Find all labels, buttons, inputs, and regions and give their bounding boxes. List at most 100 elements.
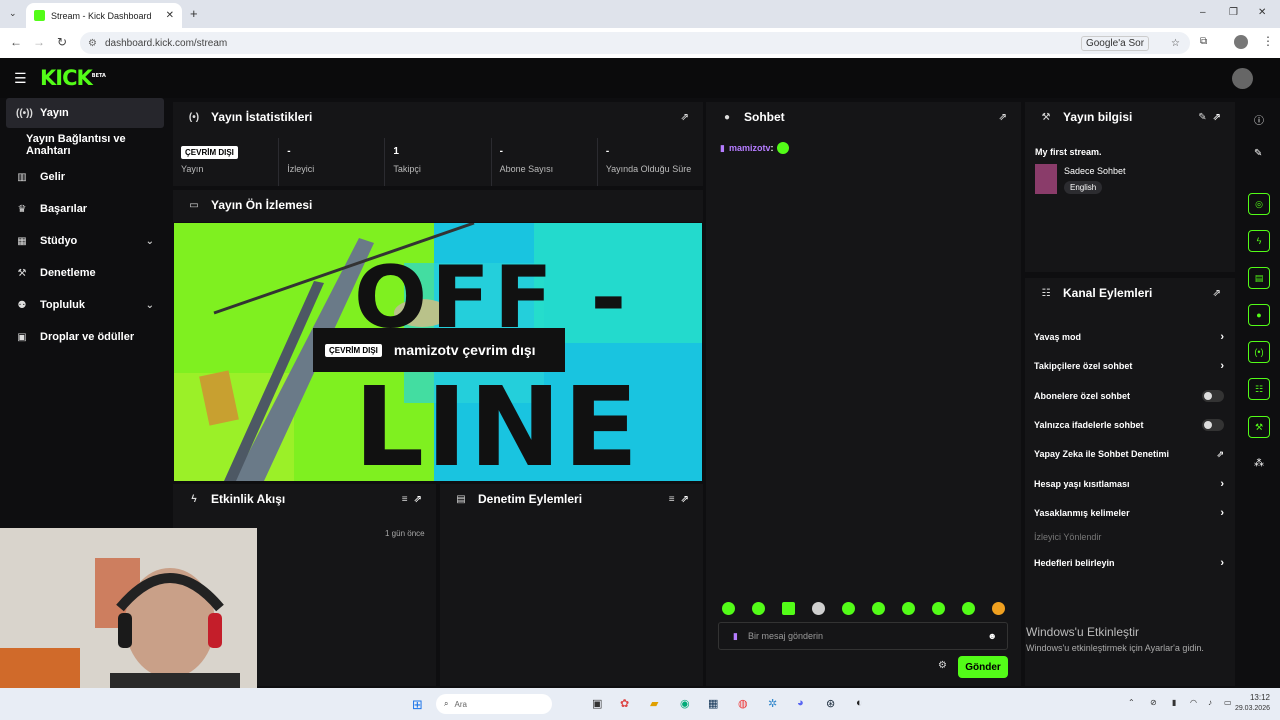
close-icon[interactable]: ✕ <box>166 10 174 21</box>
emote-icon[interactable] <box>962 602 975 615</box>
file-explorer-icon[interactable]: ▰ <box>650 697 658 710</box>
emote-icon[interactable] <box>932 602 945 615</box>
wifi-icon[interactable]: ◠ <box>1190 698 1197 707</box>
maximize-icon[interactable]: ❐ <box>1229 7 1238 18</box>
kick-logo[interactable]: KICKBETA <box>40 66 106 90</box>
emote-icon[interactable] <box>872 602 885 615</box>
browser-tab[interactable]: Stream - Kick Dashboard ✕ <box>26 3 182 28</box>
emote-icon[interactable] <box>782 602 795 615</box>
forward-icon[interactable]: → <box>33 35 45 49</box>
stack-icon: ☷ <box>1254 383 1264 394</box>
rail-button-chat[interactable]: ● <box>1248 304 1270 326</box>
steam-icon[interactable]: ⊛ <box>826 697 835 710</box>
back-icon[interactable]: ← <box>10 35 22 49</box>
chat-username[interactable]: mamizotv <box>729 143 771 153</box>
sidebar-item-studyo[interactable]: ▦ Stüdyo ⌄ <box>6 226 164 256</box>
store-icon[interactable]: ▦ <box>708 697 718 710</box>
action-slow-mode[interactable]: Yavaş mod › <box>1034 327 1224 347</box>
sidebar-item-stream-key[interactable]: Yayın Bağlantısı ve Anahtarı <box>6 130 164 160</box>
edit-icon[interactable]: ✎ <box>1198 112 1206 123</box>
copilot-icon[interactable]: ✿ <box>620 697 629 710</box>
action-ai-moderation[interactable]: Yapay Zeka ile Sohbet Denetimi ⇗ <box>1034 444 1224 464</box>
extensions-icon[interactable]: ⧉ <box>1200 36 1207 47</box>
info-icon[interactable]: ⓘ <box>1254 112 1264 127</box>
panel-header: (•) Yayın İstatistikleri ⇗ <box>173 102 703 132</box>
popout-icon[interactable]: ⇗ <box>681 494 689 505</box>
rail-button-stack[interactable]: ☷ <box>1248 378 1270 400</box>
sidebar-item-yayin[interactable]: ((•)) Yayın <box>6 98 164 128</box>
emote-icon[interactable] <box>752 602 765 615</box>
emote-icon[interactable] <box>902 602 915 615</box>
rail-button-bolt[interactable]: ϟ <box>1248 230 1270 252</box>
rail-button-clipboard[interactable]: ▤ <box>1248 267 1270 289</box>
popout-icon[interactable]: ⇗ <box>681 112 689 123</box>
gift-icon: ▣ <box>17 331 27 343</box>
reload-icon[interactable]: ↻ <box>57 35 67 49</box>
sidebar-item-basarilar[interactable]: ♛ Başarılar <box>6 194 164 224</box>
hamburger-menu-icon[interactable]: ☰ <box>14 70 27 87</box>
emote-icon[interactable] <box>842 602 855 615</box>
google-ask-button[interactable]: Google'a Sor <box>1080 35 1150 51</box>
chrome-icon[interactable]: ◍ <box>738 697 748 710</box>
chat-settings-icon[interactable]: ⚙ <box>938 660 947 671</box>
sidebar-item-droplar[interactable]: ▣ Droplar ve ödüller <box>6 322 164 352</box>
rail-button-wrench[interactable]: ⚒ <box>1248 416 1270 438</box>
taskbar-search[interactable]: ⌕ Ara <box>436 694 552 714</box>
volume-icon[interactable]: ♪ <box>1208 698 1212 707</box>
sidebar-item-topluluk[interactable]: ⚉ Topluluk ⌄ <box>6 290 164 320</box>
apps-icon[interactable]: ⁂ <box>1254 458 1264 469</box>
filter-icon[interactable]: ≡ <box>402 494 408 505</box>
action-set-goals[interactable]: Hedefleri belirleyin › <box>1034 553 1224 573</box>
menu-dots-icon[interactable]: ⋮ <box>1262 34 1274 48</box>
rail-button-camera[interactable]: ◎ <box>1248 193 1270 215</box>
chevron-down-icon: ⌄ <box>145 235 154 247</box>
windows-start-icon[interactable]: ⊞ <box>412 697 423 713</box>
sidebar-item-denetleme[interactable]: ⚒ Denetleme <box>6 258 164 288</box>
subscribers-only-toggle[interactable] <box>1202 390 1224 402</box>
external-link-icon: ⇗ <box>1216 448 1224 459</box>
microphone-icon[interactable]: ▮ <box>1172 698 1176 707</box>
send-button[interactable]: Gönder <box>958 656 1008 678</box>
offline-badge: ÇEVRİM DIŞI <box>325 343 382 357</box>
broadcast-icon: ((•)) <box>16 107 33 119</box>
tab-list-icon[interactable]: ⌄ <box>9 8 17 19</box>
discord-icon[interactable]: ◕ <box>797 697 804 709</box>
network-icon[interactable]: ⊘ <box>1150 698 1157 707</box>
sidebar-item-gelir[interactable]: ▥ Gelir <box>6 162 164 192</box>
emote-icon[interactable] <box>992 602 1005 615</box>
action-account-age[interactable]: Hesap yaşı kısıtlaması › <box>1034 474 1224 494</box>
emoji-picker-icon[interactable]: ☻ <box>988 631 997 641</box>
clipboard-icon: ▤ <box>456 493 466 505</box>
minimize-icon[interactable]: – <box>1200 7 1206 18</box>
emote-only-toggle[interactable] <box>1202 419 1224 431</box>
clock[interactable]: 13:12 29.03.2026 <box>1235 692 1270 714</box>
popout-icon[interactable]: ⇗ <box>999 112 1007 123</box>
action-label: Takipçilere özel sohbet <box>1034 361 1133 371</box>
sidebar-item-label: Gelir <box>40 171 66 183</box>
window-close-icon[interactable]: ✕ <box>1258 7 1266 18</box>
emote-icon[interactable] <box>812 602 825 615</box>
user-avatar[interactable] <box>1232 68 1253 89</box>
clock-time: 13:12 <box>1249 693 1270 702</box>
task-view-icon[interactable]: ▣ <box>592 697 602 710</box>
profile-avatar[interactable] <box>1234 35 1248 49</box>
popout-icon[interactable]: ⇗ <box>1213 112 1221 123</box>
address-bar[interactable]: ⚙ dashboard.kick.com/stream Google'a Sor… <box>80 32 1190 54</box>
new-tab-icon[interactable]: + <box>190 6 198 21</box>
site-info-icon[interactable]: ⚙ <box>88 38 97 49</box>
emote-icon[interactable] <box>722 602 735 615</box>
bookmark-star-icon[interactable]: ☆ <box>1171 38 1180 49</box>
popout-icon[interactable]: ⇗ <box>414 494 422 505</box>
rail-button-broadcast[interactable]: (•) <box>1248 341 1270 363</box>
chat-input[interactable]: ▮ Bir mesaj gönderin ☻ <box>718 622 1008 650</box>
filter-icon[interactable]: ≡ <box>669 494 675 505</box>
settings-app-icon[interactable]: ✲ <box>768 697 777 710</box>
obs-icon[interactable]: ◐ <box>856 697 863 709</box>
popout-icon[interactable]: ⇗ <box>1213 288 1221 299</box>
action-banned-words[interactable]: Yasaklanmış kelimeler › <box>1034 503 1224 523</box>
action-followers-only[interactable]: Takipçilere özel sohbet › <box>1034 356 1224 376</box>
tray-overflow-icon[interactable]: ⌃ <box>1128 698 1135 707</box>
edge-icon[interactable]: ◉ <box>680 697 690 710</box>
edit-icon[interactable]: ✎ <box>1254 148 1262 159</box>
logo-beta-tag: BETA <box>91 73 106 79</box>
